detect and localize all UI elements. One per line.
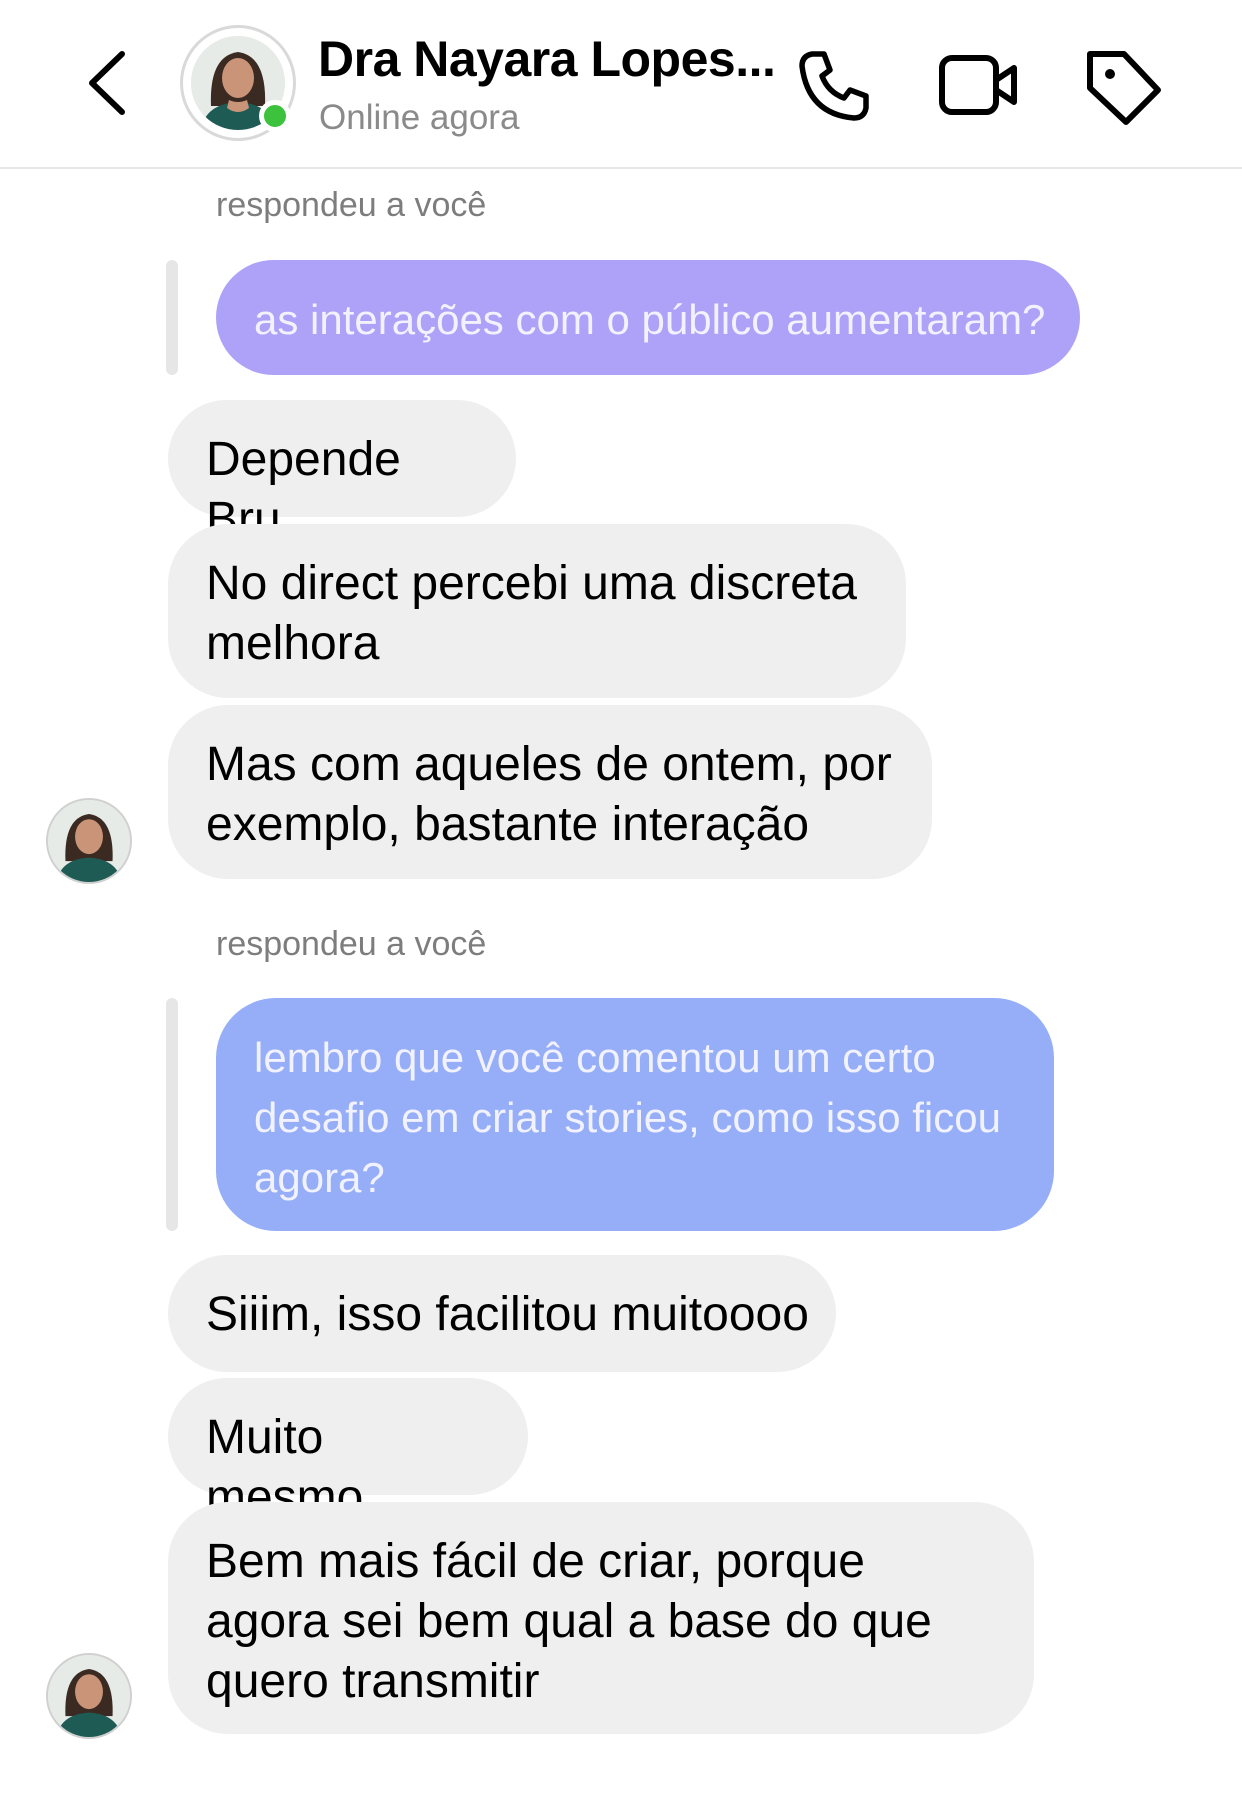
reply-quote-bar xyxy=(166,998,178,1231)
incoming-message[interactable]: Mas com aqueles de ontem, por exemplo, b… xyxy=(168,705,932,879)
incoming-message[interactable]: No direct percebi uma discreta melhora xyxy=(168,524,906,698)
quoted-message[interactable]: lembro que você comentou um certo desafi… xyxy=(216,998,1054,1231)
reply-quote-bar xyxy=(166,260,178,375)
incoming-message[interactable]: Siiim, isso facilitou muitoooo xyxy=(168,1255,836,1372)
sender-avatar[interactable] xyxy=(46,798,132,884)
incoming-message[interactable]: Muito mesmo xyxy=(168,1378,528,1524)
chevron-left-icon[interactable] xyxy=(82,48,132,118)
incoming-message[interactable]: Depende Bru xyxy=(168,400,516,546)
quoted-message[interactable]: as interações com o público aumentaram? xyxy=(216,260,1080,375)
sender-avatar[interactable] xyxy=(46,1653,132,1739)
incoming-message[interactable]: Bem mais fácil de criar, porque agora se… xyxy=(168,1502,1034,1734)
reply-note: respondeu a você xyxy=(216,925,487,963)
contact-avatar[interactable] xyxy=(180,25,296,141)
contact-name[interactable]: Dra Nayara Lopes... xyxy=(318,30,776,88)
tag-icon[interactable] xyxy=(1080,44,1164,128)
video-camera-icon[interactable] xyxy=(936,44,1020,128)
phone-icon[interactable] xyxy=(792,44,876,128)
reply-note: respondeu a você xyxy=(216,186,487,224)
contact-status: Online agora xyxy=(319,98,520,137)
online-status-dot xyxy=(259,100,291,132)
